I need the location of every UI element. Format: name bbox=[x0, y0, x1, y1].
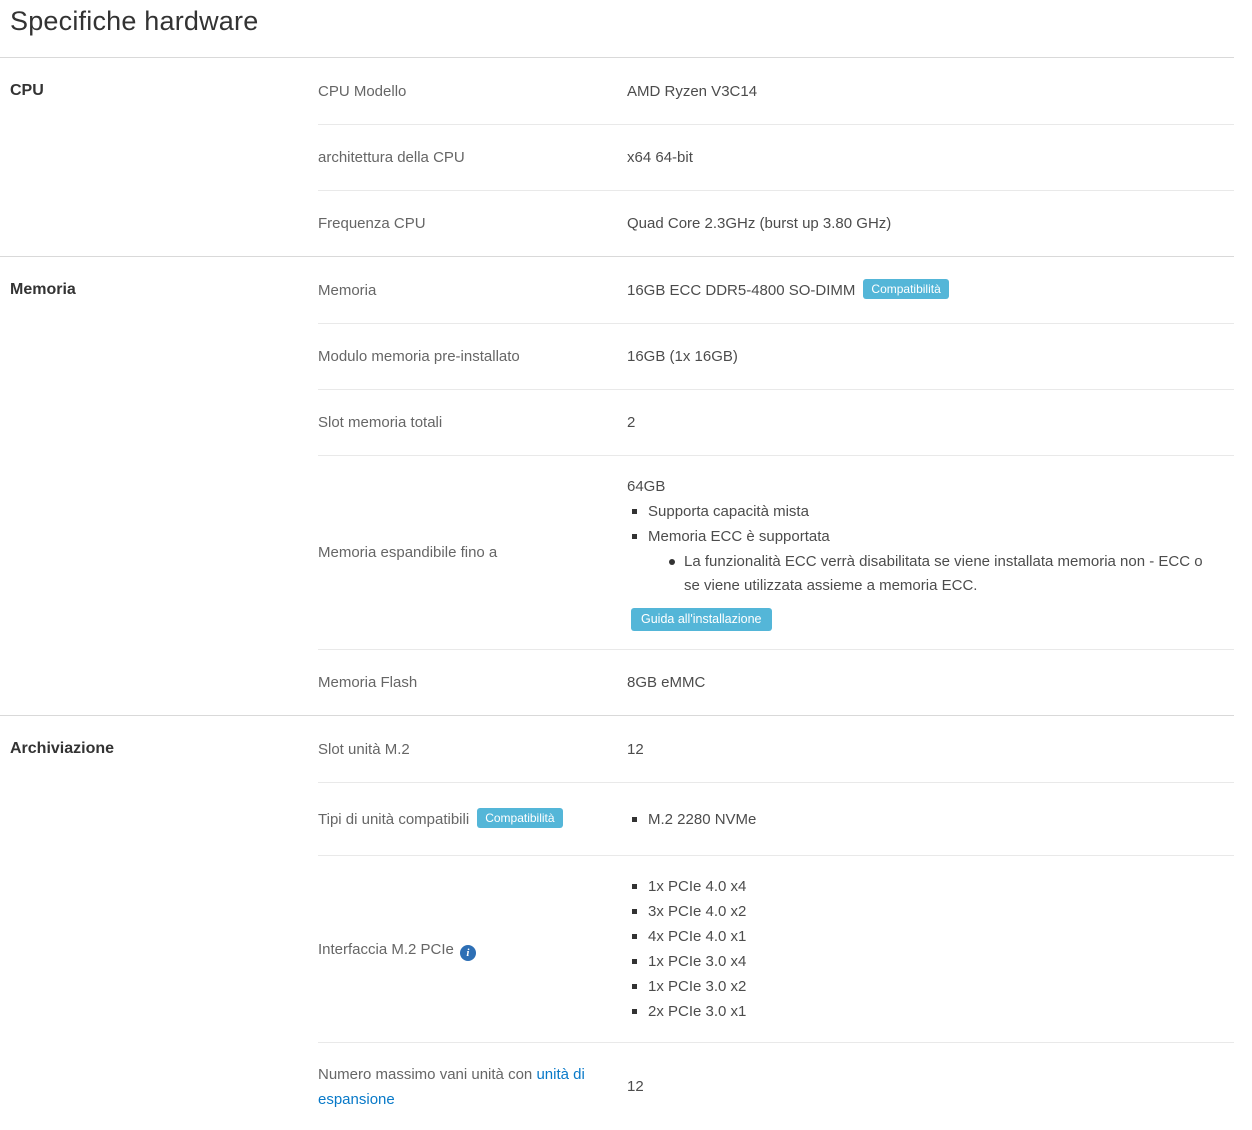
list-item: 3x PCIe 4.0 x2 bbox=[627, 899, 1218, 924]
spec-label: Frequenza CPU bbox=[318, 211, 627, 236]
table-row: Memoria Flash 8GB eMMC bbox=[318, 649, 1234, 715]
drive-types-list: M.2 2280 NVMe bbox=[627, 807, 1218, 832]
spec-value: 1x PCIe 4.0 x4 3x PCIe 4.0 x2 4x PCIe 4.… bbox=[627, 874, 1234, 1024]
page-header: Specifiche hardware bbox=[0, 0, 1234, 58]
spec-label: Numero massimo vani unità con unità di e… bbox=[318, 1062, 627, 1112]
table-row: CPU Modello AMD Ryzen V3C14 bbox=[318, 58, 1234, 124]
spec-label: Slot memoria totali bbox=[318, 410, 627, 435]
spec-label: CPU Modello bbox=[318, 79, 627, 104]
memory-notes-list: Supporta capacità mista Memoria ECC è su… bbox=[627, 499, 1218, 598]
spec-value: x64 64-bit bbox=[627, 145, 1234, 170]
table-row: architettura della CPU x64 64-bit bbox=[318, 124, 1234, 190]
spec-value: 2 bbox=[627, 410, 1234, 435]
spec-value: Quad Core 2.3GHz (burst up 3.80 GHz) bbox=[627, 211, 1234, 236]
list-item: M.2 2280 NVMe bbox=[627, 807, 1218, 832]
section-category-cpu: CPU bbox=[0, 58, 318, 256]
installation-guide-button[interactable]: Guida all'installazione bbox=[631, 608, 772, 631]
list-item: La funzionalità ECC verrà disabilitata s… bbox=[669, 550, 1218, 598]
spec-label: Interfaccia M.2 PCIei bbox=[318, 937, 627, 962]
section-category-memoria: Memoria bbox=[0, 257, 318, 715]
spec-label: Slot unità M.2 bbox=[318, 737, 627, 762]
section-cpu: CPU CPU Modello AMD Ryzen V3C14 architet… bbox=[0, 58, 1234, 256]
list-item: Supporta capacità mista bbox=[627, 499, 1218, 524]
spec-value: M.2 2280 NVMe bbox=[627, 807, 1234, 832]
page-title: Specifiche hardware bbox=[10, 6, 1234, 37]
spec-value: 12 bbox=[627, 1074, 1234, 1099]
spec-label: architettura della CPU bbox=[318, 145, 627, 170]
compatibility-badge[interactable]: Compatibilità bbox=[477, 808, 562, 828]
spec-value: 12 bbox=[627, 737, 1234, 762]
section-category-archiviazione: Archiviazione bbox=[0, 716, 318, 1130]
hardware-specs-page: Specifiche hardware CPU CPU Modello AMD … bbox=[0, 0, 1252, 1130]
spec-value: 16GB ECC DDR5-4800 SO-DIMM Compatibilità bbox=[627, 278, 1234, 303]
list-item: Memoria ECC è supportata La funzionalità… bbox=[627, 524, 1218, 598]
spec-value: 64GB Supporta capacità mista Memoria ECC… bbox=[627, 474, 1234, 631]
list-item: 1x PCIe 3.0 x4 bbox=[627, 949, 1218, 974]
spec-value: AMD Ryzen V3C14 bbox=[627, 79, 1234, 104]
section-memoria: Memoria Memoria 16GB ECC DDR5-4800 SO-DI… bbox=[0, 256, 1234, 715]
spec-label: Memoria espandibile fino a bbox=[318, 540, 627, 565]
spec-label: Tipi di unità compatibiliCompatibilità bbox=[318, 807, 627, 832]
spec-value: 16GB (1x 16GB) bbox=[627, 344, 1234, 369]
spec-label: Memoria Flash bbox=[318, 670, 627, 695]
expandable-memory-value: 64GB bbox=[627, 474, 1218, 499]
table-row: Memoria espandibile fino a 64GB Supporta… bbox=[318, 455, 1234, 649]
table-row: Memoria 16GB ECC DDR5-4800 SO-DIMM Compat… bbox=[318, 257, 1234, 323]
table-row: Frequenza CPU Quad Core 2.3GHz (burst up… bbox=[318, 190, 1234, 256]
table-row: Tipi di unità compatibiliCompatibilità M… bbox=[318, 782, 1234, 855]
table-row: Numero massimo vani unità con unità di e… bbox=[318, 1042, 1234, 1130]
spec-label: Modulo memoria pre-installato bbox=[318, 344, 627, 369]
memory-value: 16GB ECC DDR5-4800 SO-DIMM bbox=[627, 282, 855, 299]
list-item: 1x PCIe 3.0 x2 bbox=[627, 974, 1218, 999]
compatibility-badge[interactable]: Compatibilità bbox=[863, 279, 948, 299]
list-item: 1x PCIe 4.0 x4 bbox=[627, 874, 1218, 899]
info-icon[interactable]: i bbox=[460, 945, 476, 961]
spec-value: 8GB eMMC bbox=[627, 670, 1234, 695]
table-row: Modulo memoria pre-installato 16GB (1x 1… bbox=[318, 323, 1234, 389]
spec-label: Memoria bbox=[318, 278, 627, 303]
list-item: 2x PCIe 3.0 x1 bbox=[627, 999, 1218, 1024]
table-row: Slot memoria totali 2 bbox=[318, 389, 1234, 455]
table-row: Slot unità M.2 12 bbox=[318, 716, 1234, 782]
list-item: 4x PCIe 4.0 x1 bbox=[627, 924, 1218, 949]
section-archiviazione: Archiviazione Slot unità M.2 12 Tipi di … bbox=[0, 715, 1234, 1130]
memory-subnotes-list: La funzionalità ECC verrà disabilitata s… bbox=[648, 550, 1218, 598]
table-row: Interfaccia M.2 PCIei 1x PCIe 4.0 x4 3x … bbox=[318, 855, 1234, 1042]
pcie-interface-list: 1x PCIe 4.0 x4 3x PCIe 4.0 x2 4x PCIe 4.… bbox=[627, 874, 1218, 1024]
